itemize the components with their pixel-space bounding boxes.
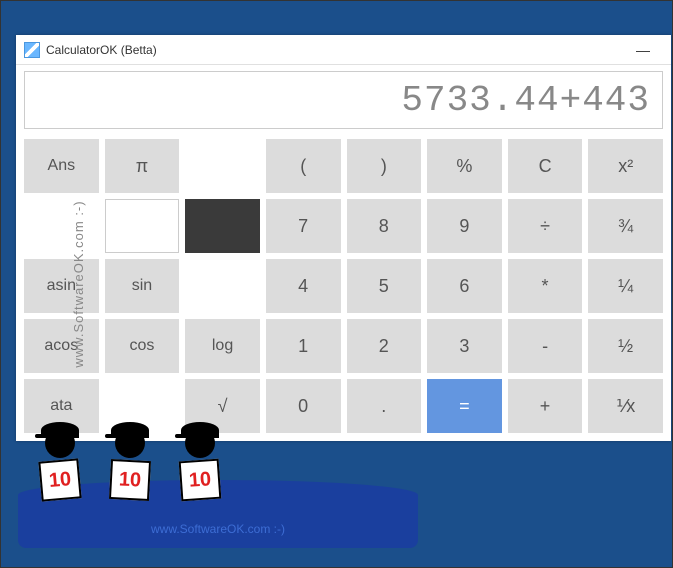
asin-button[interactable]: asin xyxy=(24,259,99,313)
empty-cell xyxy=(185,259,260,313)
divide-button[interactable]: ÷ xyxy=(508,199,583,253)
one-half-button[interactable]: ½ xyxy=(588,319,663,373)
minimize-button[interactable]: — xyxy=(623,36,663,64)
calculator-window: CalculatorOK (Betta) — Ans π ( ) % C x² … xyxy=(16,35,671,441)
percent-button[interactable]: % xyxy=(427,139,502,193)
equals-button[interactable]: = xyxy=(427,379,502,433)
digit-9-button[interactable]: 9 xyxy=(427,199,502,253)
score-card: 10 xyxy=(179,459,222,502)
score-card: 10 xyxy=(109,459,151,501)
judge-head-icon xyxy=(45,428,75,458)
titlebar: CalculatorOK (Betta) — xyxy=(16,35,671,65)
reciprocal-button[interactable]: ⅟x xyxy=(588,379,663,433)
one-quarter-button[interactable]: ¼ xyxy=(588,259,663,313)
judge-2: 10 xyxy=(100,428,160,500)
log-button[interactable]: log xyxy=(185,319,260,373)
display-area xyxy=(16,65,671,135)
watermark-left: www.SoftwareOK.com :-) xyxy=(71,200,86,367)
ans-button[interactable]: Ans xyxy=(24,139,99,193)
paren-close-button[interactable]: ) xyxy=(347,139,422,193)
calculator-display[interactable] xyxy=(24,71,663,129)
paren-open-button[interactable]: ( xyxy=(266,139,341,193)
digit-1-button[interactable]: 1 xyxy=(266,319,341,373)
judge-head-icon xyxy=(115,428,145,458)
judge-3: 10 xyxy=(170,428,230,500)
clear-button[interactable]: C xyxy=(508,139,583,193)
score-card: 10 xyxy=(38,458,81,501)
three-quarters-button[interactable]: ¾ xyxy=(588,199,663,253)
dark-color-button[interactable] xyxy=(185,199,260,253)
minus-button[interactable]: - xyxy=(508,319,583,373)
empty-cell xyxy=(24,199,99,253)
digit-2-button[interactable]: 2 xyxy=(347,319,422,373)
plus-button[interactable]: + xyxy=(508,379,583,433)
watermark-bench: www.SoftwareOK.com :-) xyxy=(151,522,285,536)
digit-6-button[interactable]: 6 xyxy=(427,259,502,313)
white-color-button[interactable] xyxy=(105,199,180,253)
square-button[interactable]: x² xyxy=(588,139,663,193)
app-icon xyxy=(24,42,40,58)
digit-5-button[interactable]: 5 xyxy=(347,259,422,313)
judges-illustration: www.SoftwareOK.com :-) 10 10 10 xyxy=(18,418,418,548)
cos-button[interactable]: cos xyxy=(105,319,180,373)
window-title: CalculatorOK (Betta) xyxy=(46,43,623,57)
judge-head-icon xyxy=(185,428,215,458)
empty-cell xyxy=(185,139,260,193)
pi-button[interactable]: π xyxy=(105,139,180,193)
keypad: Ans π ( ) % C x² 7 8 9 ÷ ¾ asin sin 4 5 … xyxy=(16,135,671,441)
judge-1: 10 xyxy=(30,428,90,500)
digit-4-button[interactable]: 4 xyxy=(266,259,341,313)
digit-8-button[interactable]: 8 xyxy=(347,199,422,253)
digit-3-button[interactable]: 3 xyxy=(427,319,502,373)
multiply-button[interactable]: * xyxy=(508,259,583,313)
digit-7-button[interactable]: 7 xyxy=(266,199,341,253)
acos-button[interactable]: acos xyxy=(24,319,99,373)
sin-button[interactable]: sin xyxy=(105,259,180,313)
